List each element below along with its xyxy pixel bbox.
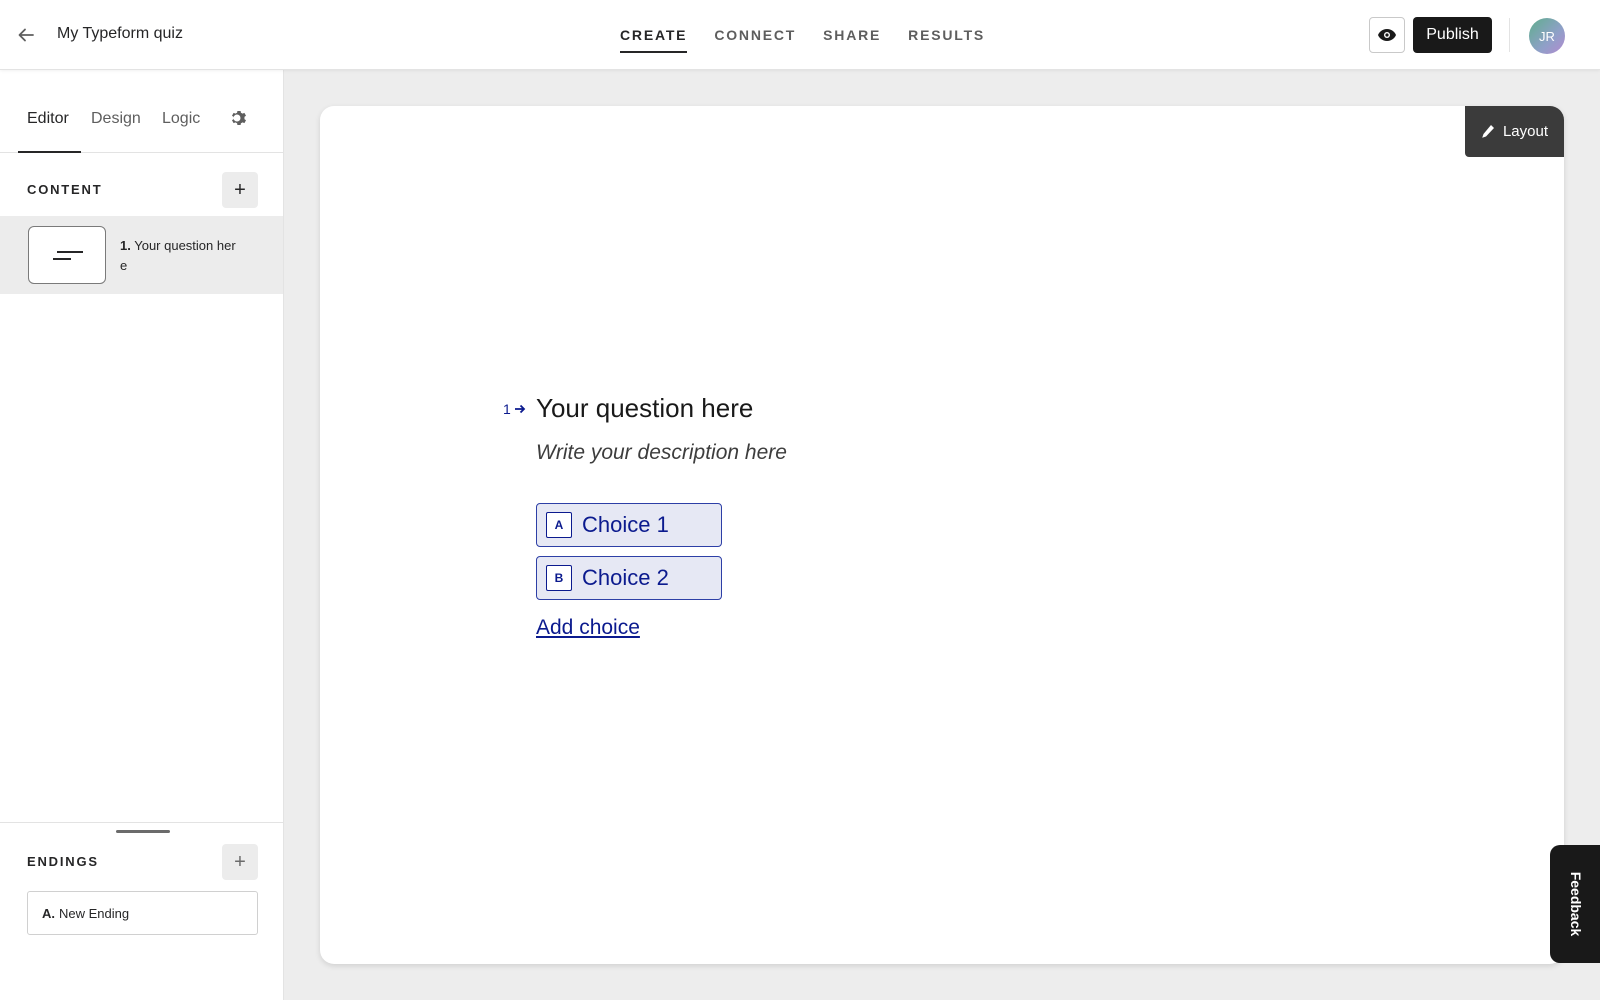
choice-key: A [546,512,572,538]
avatar[interactable]: JR [1529,18,1565,54]
ending-list-item[interactable]: A. New Ending [27,891,258,935]
tab-design[interactable]: Design [91,110,141,128]
preview-button[interactable] [1369,17,1405,53]
ending-key: A. [42,905,55,921]
question-description[interactable]: Write your description here [536,441,787,465]
question-text: Your question here [120,238,236,273]
tab-results[interactable]: RESULTS [908,0,985,70]
active-tab-indicator [18,151,81,153]
back-arrow-icon[interactable] [14,23,38,47]
form-title[interactable]: My Typeform quiz [57,25,183,43]
add-question-button[interactable]: + [222,172,258,208]
question-title[interactable]: Your question here [536,393,753,424]
plus-icon: + [234,850,246,873]
add-ending-button[interactable]: + [222,844,258,880]
feedback-label: Feedback [1568,871,1584,937]
add-choice-link[interactable]: Add choice [536,616,640,640]
question-number: 1. [120,238,131,253]
choice-label: Choice 2 [582,565,669,590]
tab-editor[interactable]: Editor [27,110,69,128]
gear-icon[interactable] [229,108,249,128]
ending-label: New Ending [59,905,130,921]
pencil-icon [1482,124,1494,138]
tab-logic[interactable]: Logic [162,110,200,128]
main-nav: CREATE CONNECT SHARE RESULTS [620,0,1012,70]
divider [1509,18,1510,52]
top-bar: My Typeform quiz CREATE CONNECT SHARE RE… [0,0,1600,70]
layout-label: Layout [1502,123,1549,140]
question-canvas: Layout 1 Your question here Write your d… [320,106,1564,964]
choice-option[interactable]: B Choice 2 [536,556,722,600]
layout-button[interactable]: Layout [1465,106,1564,157]
sidebar-tabs: Editor Design Logic [0,70,284,153]
question-number: 1 [503,401,511,417]
content-section-label: CONTENT [27,182,103,197]
tab-share[interactable]: SHARE [823,0,881,70]
choice-key: B [546,565,572,591]
tab-connect[interactable]: CONNECT [714,0,796,70]
arrow-right-icon [514,404,526,414]
plus-icon: + [234,178,246,201]
resize-handle[interactable] [116,830,170,833]
endings-panel: ENDINGS + A. New Ending [0,822,283,1000]
choice-option[interactable]: A Choice 1 [536,503,722,547]
eye-icon [1378,29,1396,41]
choice-label: Choice 1 [582,512,669,537]
feedback-tab[interactable]: Feedback [1550,845,1600,963]
sidebar: Editor Design Logic CONTENT + 1. Your qu… [0,70,284,1000]
question-number-indicator: 1 [503,401,526,417]
short-text-icon [28,226,106,284]
question-list-label: 1. Your question here [120,236,240,276]
endings-section-label: ENDINGS [27,854,99,869]
question-list-item[interactable]: 1. Your question here [0,216,283,294]
tab-create[interactable]: CREATE [620,0,688,70]
publish-button[interactable]: Publish [1413,17,1492,53]
